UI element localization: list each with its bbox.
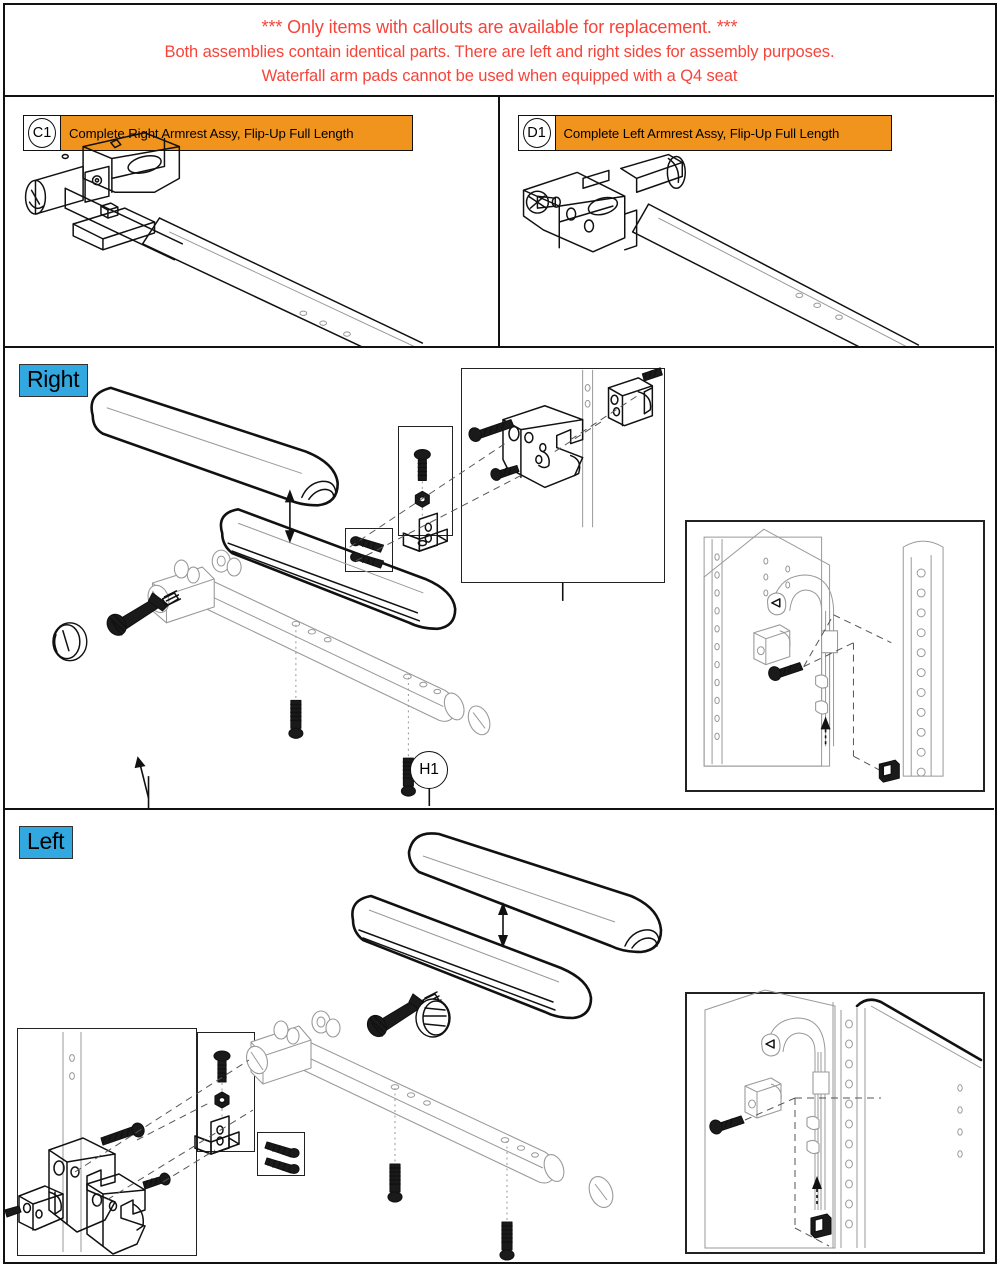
inset-l1-right xyxy=(345,528,393,572)
side-badge-right: Right xyxy=(19,364,89,397)
callout-bar-c1[interactable]: C1 Complete Right Armrest Assy, Flip-Up … xyxy=(23,115,413,151)
callout-bubble-h1-right[interactable]: H1 xyxy=(410,751,448,789)
callout-tag-c1-label: C1 xyxy=(28,118,56,148)
notice-line-1: *** Only items with callouts are availab… xyxy=(261,16,738,37)
inset-jk-right xyxy=(685,520,985,792)
assembly-cell-right: C1 Complete Right Armrest Assy, Flip-Up … xyxy=(5,97,500,346)
inset-i1-left xyxy=(17,1028,197,1256)
inset-l1-left xyxy=(257,1132,305,1176)
notice-line-3: Waterfall arm pads cannot be used when e… xyxy=(261,67,738,86)
notice-block: *** Only items with callouts are availab… xyxy=(5,5,994,97)
complete-assembly-band: C1 Complete Right Armrest Assy, Flip-Up … xyxy=(5,97,994,348)
inset-i1-right xyxy=(461,368,665,583)
inset-h1-right xyxy=(398,426,453,536)
notice-line-2: Both assemblies contain identical parts.… xyxy=(164,43,835,62)
diagram-outer-frame: *** Only items with callouts are availab… xyxy=(3,3,997,1264)
callout-bar-d1[interactable]: D1 Complete Left Armrest Assy, Flip-Up F… xyxy=(517,115,892,151)
callout-tag-d1: D1 xyxy=(517,115,556,151)
inset-h1-left xyxy=(197,1032,255,1152)
inset-jk-left xyxy=(685,992,985,1254)
side-badge-left: Left xyxy=(19,826,74,859)
assembly-cell-left: D1 Complete Left Armrest Assy, Flip-Up F… xyxy=(500,97,995,346)
callout-label-c1: Complete Right Armrest Assy, Flip-Up Ful… xyxy=(61,115,413,151)
parts-diagram-page: *** Only items with callouts are availab… xyxy=(0,0,1000,1267)
section-left: Left B1 A1 E1 G1 F1 H1 L1 I1 J1 K1 xyxy=(5,810,994,1266)
callout-label-d1: Complete Left Armrest Assy, Flip-Up Full… xyxy=(555,115,892,151)
callout-tag-c1: C1 xyxy=(23,115,61,151)
section-right: Right B1 A1 E1 G1 F1 H1 L1 I1 J1 K1 xyxy=(5,348,994,810)
callout-tag-d1-label: D1 xyxy=(522,118,551,148)
